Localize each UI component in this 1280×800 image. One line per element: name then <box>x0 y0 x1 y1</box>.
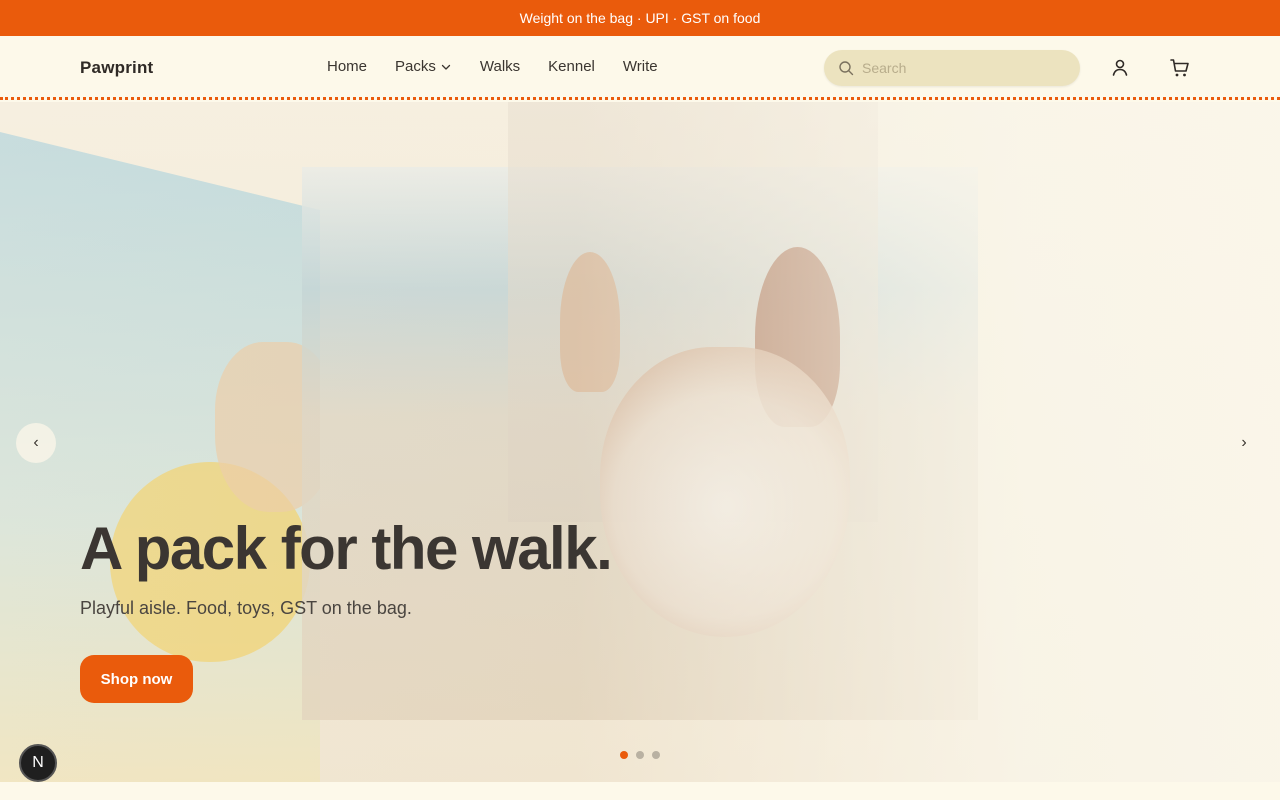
carousel-dot-1[interactable] <box>620 751 628 759</box>
dev-badge-label: N <box>32 754 44 771</box>
nav-item-label: Kennel <box>548 58 595 75</box>
hero-carousel: A pack for the walk. Playful aisle. Food… <box>0 102 1280 782</box>
nav-item-label: Walks <box>479 58 521 75</box>
carousel-dot-3[interactable] <box>652 751 660 759</box>
carousel-dots <box>620 751 668 759</box>
dev-badge[interactable]: N <box>19 744 57 782</box>
nav-item-kennel[interactable]: Kennel <box>548 58 595 75</box>
carousel-next-button[interactable]: › <box>1224 423 1264 463</box>
search-input[interactable] <box>862 60 1062 76</box>
hero-subtitle: Playful aisle. Food, toys, GST on the ba… <box>80 598 412 618</box>
search-icon <box>839 61 854 76</box>
main-nav: Home Packs Walks Kennel Write <box>327 58 686 75</box>
nav-item-label: Write <box>622 58 658 75</box>
nav-item-write[interactable]: Write <box>623 58 658 75</box>
announcement-text: Weight on the bag · UPI · GST on food <box>519 10 761 26</box>
chevron-right-icon: › <box>1241 434 1247 451</box>
announcement-bar: Weight on the bag · UPI · GST on food <box>0 0 1280 36</box>
carousel-prev-button[interactable]: ‹ <box>16 423 56 463</box>
hero-title: A pack for the walk. <box>80 515 613 582</box>
logo[interactable]: Pawprint <box>80 58 153 78</box>
nav-item-walks[interactable]: Walks <box>480 58 520 75</box>
cart-icon[interactable] <box>1168 56 1192 80</box>
chevron-down-icon <box>441 64 451 70</box>
site-header: Pawprint Home Packs Walks Kennel Write <box>0 36 1280 100</box>
carousel-dot-2[interactable] <box>636 751 644 759</box>
nav-item-packs[interactable]: Packs <box>395 58 452 75</box>
nav-item-label: Home <box>327 58 368 75</box>
search-box[interactable] <box>824 50 1080 86</box>
chevron-left-icon: ‹ <box>33 434 39 451</box>
nav-item-label: Packs <box>395 58 436 75</box>
shop-now-button[interactable]: Shop now <box>80 655 193 703</box>
nav-item-home[interactable]: Home <box>327 58 367 75</box>
user-icon[interactable] <box>1108 56 1132 80</box>
